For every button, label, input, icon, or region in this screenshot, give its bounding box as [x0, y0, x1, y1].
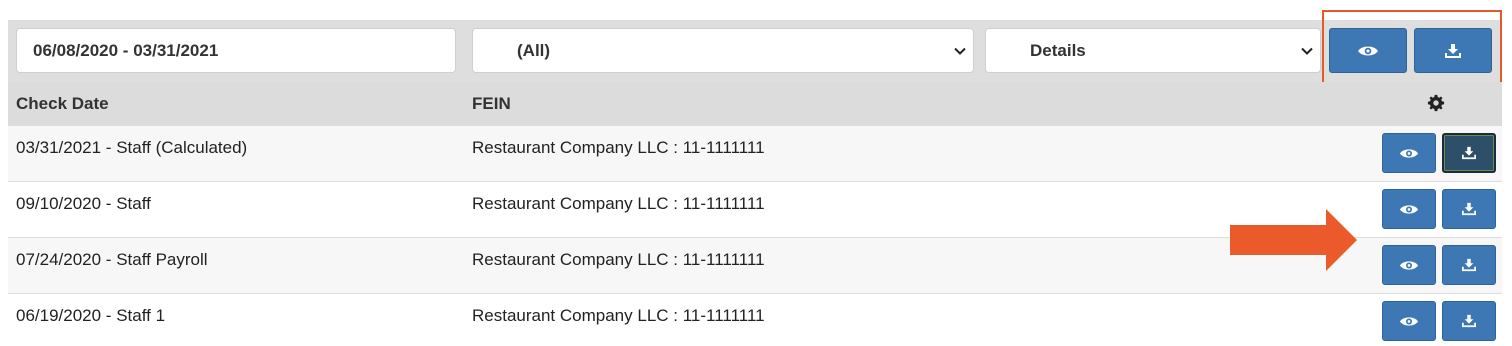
annotation-arrow-icon [1230, 209, 1357, 271]
fein-cell: Restaurant Company LLC : 11-1111111 [472, 194, 765, 213]
mode-select-value: Details [1030, 40, 1086, 60]
download-button[interactable] [1442, 245, 1496, 285]
table-row: 03/31/2021 - Staff (Calculated) Restaura… [8, 126, 1502, 182]
download-icon [1462, 146, 1476, 160]
download-button[interactable] [1442, 133, 1496, 173]
filter-bar: 06/08/2020 - 03/31/2021 (All) Details [8, 20, 1502, 82]
check-date-header: Check Date [16, 94, 109, 113]
fein-select-value: (All) [517, 40, 551, 60]
download-icon [1462, 202, 1476, 216]
download-icon [1462, 258, 1476, 272]
view-button[interactable] [1382, 245, 1436, 285]
date-range-value: 06/08/2020 - 03/31/2021 [33, 40, 219, 60]
fein-header: FEIN [472, 94, 511, 113]
view-button[interactable] [1382, 189, 1436, 229]
mode-select[interactable]: Details [985, 28, 1321, 73]
eye-icon [1399, 204, 1419, 214]
fein-select[interactable]: (All) [472, 28, 974, 73]
chevron-down-icon [954, 47, 966, 55]
check-date-cell: 09/10/2020 - Staff [16, 194, 151, 213]
view-button[interactable] [1382, 133, 1436, 173]
check-date-cell: 06/19/2020 - Staff 1 [16, 306, 166, 325]
fein-cell: Restaurant Company LLC : 11-1111111 [472, 250, 765, 269]
chevron-down-icon [1301, 47, 1313, 55]
download-icon [1462, 314, 1476, 328]
check-date-cell: 07/24/2020 - Staff Payroll [16, 250, 208, 269]
download-button[interactable] [1442, 189, 1496, 229]
download-button[interactable] [1442, 301, 1496, 341]
annotation-highlight-box [1322, 10, 1502, 84]
fein-cell: Restaurant Company LLC : 11-1111111 [472, 138, 765, 157]
eye-icon [1399, 148, 1419, 158]
fein-cell: Restaurant Company LLC : 11-1111111 [472, 306, 765, 325]
date-range-input[interactable]: 06/08/2020 - 03/31/2021 [16, 28, 456, 73]
view-button[interactable] [1382, 301, 1436, 341]
table-row: 06/19/2020 - Staff 1 Restaurant Company … [8, 294, 1502, 346]
table-header: Check Date FEIN [8, 82, 1502, 126]
eye-icon [1399, 316, 1419, 326]
eye-icon [1399, 260, 1419, 270]
gear-icon[interactable] [1427, 94, 1445, 112]
check-date-cell: 03/31/2021 - Staff (Calculated) [16, 138, 248, 157]
